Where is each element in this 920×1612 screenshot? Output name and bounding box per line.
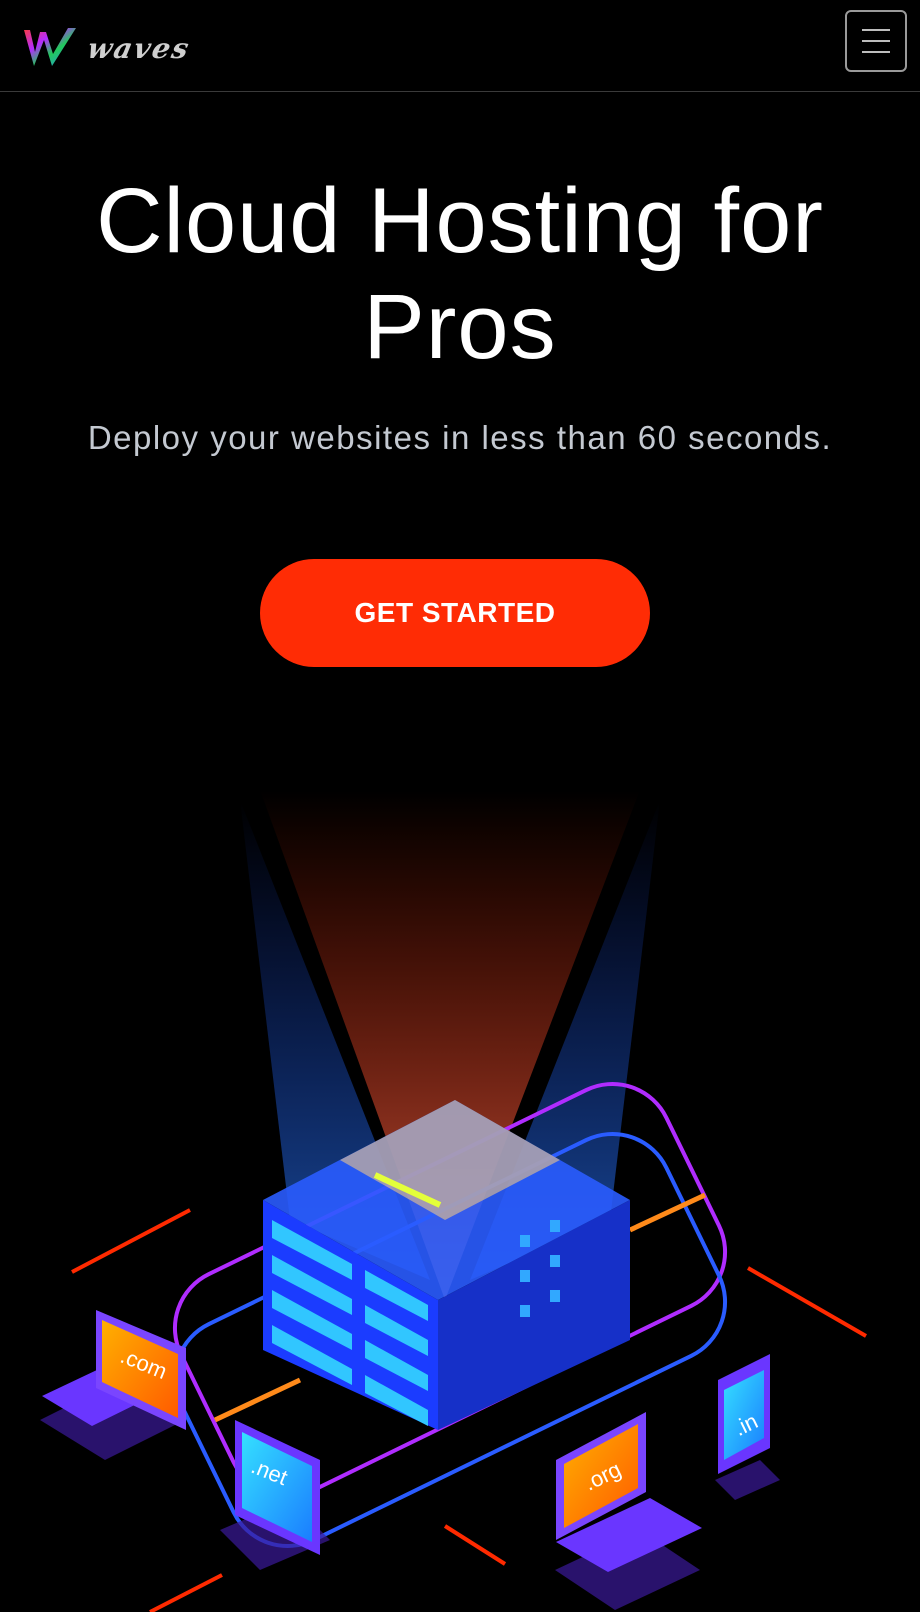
light-streak: [71, 1208, 191, 1274]
light-streak: [747, 1266, 867, 1338]
laptop-device-com: .com: [40, 1310, 186, 1460]
navbar: waves: [0, 0, 920, 92]
hamburger-menu-icon: [862, 29, 890, 31]
phone-device-in: .in: [715, 1354, 780, 1500]
cloud-server-illustration: .com .net .org .in: [40, 790, 867, 1612]
hero-title: Cloud Hosting for Pros: [96, 170, 824, 378]
hero-illustration: .com .net .org .in: [0, 780, 920, 1612]
get-started-button[interactable]: GET STARTED: [260, 559, 650, 667]
menu-toggle-button[interactable]: [845, 10, 907, 72]
tablet-device-net: .net: [220, 1420, 330, 1570]
hamburger-line: [862, 51, 890, 53]
brand-logo[interactable]: waves: [18, 26, 194, 70]
light-streak: [149, 1573, 223, 1612]
light-streak: [213, 1377, 302, 1423]
hamburger-line: [862, 40, 890, 42]
logo-wordmark: waves: [84, 31, 194, 65]
light-streak: [443, 1524, 507, 1566]
waves-logo-icon: [24, 28, 76, 66]
hero-subtitle: Deploy your websites in less than 60 sec…: [87, 419, 833, 456]
laptop-device-org: .org: [555, 1412, 702, 1610]
